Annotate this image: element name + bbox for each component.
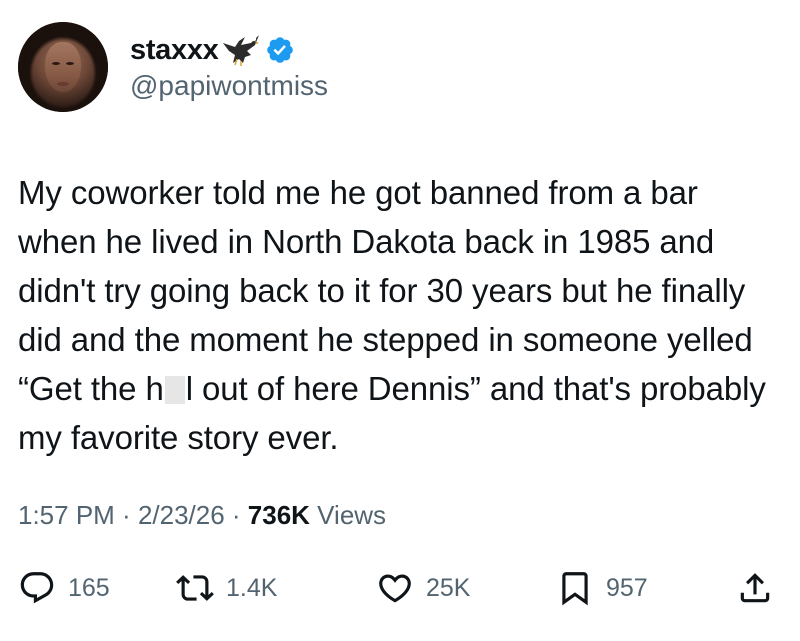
views-label: Views [309, 500, 387, 530]
handle[interactable]: @papiwontmiss [130, 70, 328, 102]
share-icon [740, 573, 770, 603]
tweet-header: staxxx @papiwontmiss [18, 22, 328, 112]
censor-block [164, 376, 185, 404]
tweet-text: My coworker told me he got banned from a… [18, 168, 783, 462]
avatar[interactable] [18, 22, 108, 112]
like-count: 25K [426, 573, 471, 602]
bookmark-icon [562, 572, 588, 606]
like-button[interactable]: 25K [376, 566, 470, 610]
reply-count: 165 [68, 573, 110, 602]
bookmark-button[interactable]: 957 [556, 566, 648, 610]
tweet-time[interactable]: 1:57 PM [18, 500, 115, 530]
share-button[interactable] [736, 566, 774, 610]
action-bar: 165 1.4K 25K 957 [18, 566, 782, 610]
eagle-icon [222, 35, 259, 66]
meta-separator: · [224, 500, 248, 530]
tweet-date[interactable]: 2/23/26 [138, 500, 225, 530]
verified-icon [266, 37, 293, 63]
repost-icon [176, 575, 214, 601]
bookmark-count: 957 [606, 573, 648, 602]
author-info: staxxx @papiwontmiss [130, 32, 328, 102]
repost-button[interactable]: 1.4K [176, 566, 277, 610]
like-icon [379, 574, 411, 603]
views-count[interactable]: 736K [248, 500, 310, 530]
reply-button[interactable]: 165 [18, 566, 110, 610]
repost-count: 1.4K [226, 573, 278, 602]
meta-separator: · [114, 500, 138, 530]
display-name[interactable]: staxxx [130, 34, 219, 67]
reply-icon [20, 572, 54, 604]
tweet-meta: 1:57 PM · 2/23/26 · 736K Views [18, 500, 386, 531]
